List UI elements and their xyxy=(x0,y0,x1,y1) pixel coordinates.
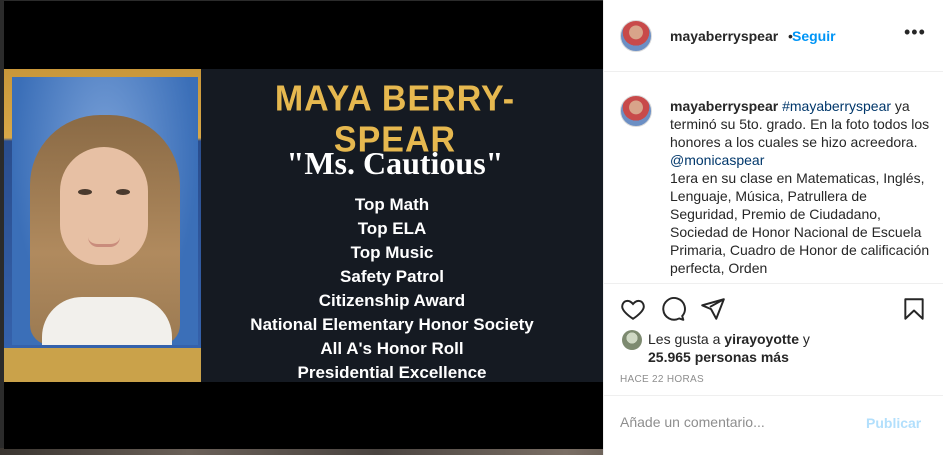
post-header: mayaberryspear • Seguir ••• xyxy=(604,0,943,72)
portrait-eye-left xyxy=(78,189,92,195)
post-timestamp[interactable]: HACE 22 HORAS xyxy=(620,374,704,385)
likes-conjunction: y xyxy=(802,331,810,347)
likes-text: Les gusta a yirayoyotte y 25.965 persona… xyxy=(648,330,810,366)
likes-count-link[interactable]: 25.965 personas más xyxy=(648,349,789,365)
liker-username-link[interactable]: yirayoyotte xyxy=(724,331,799,347)
honor-item: All A's Honor Roll xyxy=(320,339,464,358)
honors-list: Top Math Top ELA Top Music Safety Patrol… xyxy=(214,193,570,385)
portrait-face xyxy=(60,147,148,265)
post-media[interactable]: MAYA BERRY-SPEAR "Ms. Cautious" Top Math… xyxy=(4,1,604,449)
comment-input[interactable] xyxy=(620,414,860,430)
photo-panel xyxy=(4,69,201,382)
honors-card: MAYA BERRY-SPEAR "Ms. Cautious" Top Math… xyxy=(4,69,604,382)
share-icon[interactable] xyxy=(700,296,726,322)
caption-section: mayaberryspear #mayaberryspear ya termin… xyxy=(604,73,943,283)
liker-avatar[interactable] xyxy=(622,330,642,350)
instagram-post-window: MAYA BERRY-SPEAR "Ms. Cautious" Top Math… xyxy=(0,0,943,455)
bookmark-icon[interactable] xyxy=(901,296,927,322)
publish-button[interactable]: Publicar xyxy=(866,415,921,431)
portrait-shirt xyxy=(42,297,172,345)
caption-username-link[interactable]: mayaberryspear xyxy=(670,98,778,114)
avatar[interactable] xyxy=(620,95,652,127)
mention-link[interactable]: @monicaspear xyxy=(670,152,764,168)
portrait-photo xyxy=(12,77,198,345)
honor-item: Top ELA xyxy=(357,219,427,238)
follow-button[interactable]: Seguir xyxy=(792,28,836,44)
avatar[interactable] xyxy=(620,20,652,52)
heart-icon[interactable] xyxy=(620,296,646,322)
honor-item: Top Math xyxy=(354,195,430,214)
likes-prefix: Les gusta a xyxy=(648,331,721,347)
portrait-smile xyxy=(88,237,120,247)
post-sidebar: mayaberryspear • Seguir ••• mayaberryspe… xyxy=(603,0,943,455)
comment-box: Publicar xyxy=(604,395,943,451)
honor-item: Presidential Excellence xyxy=(297,363,487,382)
caption-text: mayaberryspear #mayaberryspear ya termin… xyxy=(670,97,930,277)
portrait-eye-right xyxy=(116,189,130,195)
username-link[interactable]: mayaberryspear xyxy=(670,28,778,44)
comment-icon[interactable] xyxy=(660,296,686,322)
more-options-icon[interactable]: ••• xyxy=(904,22,926,43)
honor-item: National Elementary Honor Society xyxy=(250,315,534,334)
student-nickname: "Ms. Cautious" xyxy=(286,145,504,181)
caption-body-continued: 1era en su clase en Matematicas, Inglés,… xyxy=(670,170,930,276)
gold-accent xyxy=(4,348,201,382)
honor-item: Top Music xyxy=(350,243,434,262)
honor-item: Citizenship Award xyxy=(318,291,466,310)
honor-item: Safety Patrol xyxy=(340,267,444,286)
hashtag-link[interactable]: #mayaberryspear xyxy=(782,98,891,114)
